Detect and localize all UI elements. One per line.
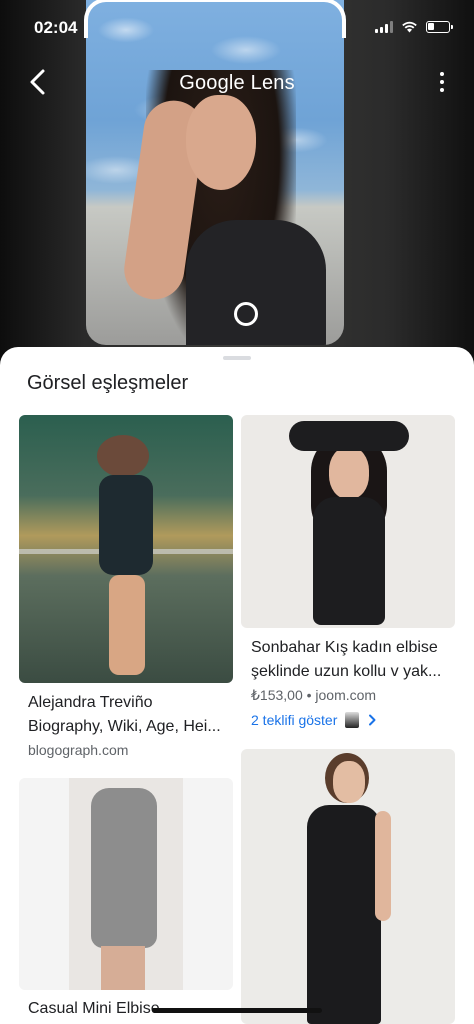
result-title-line2: şeklinde uzun kollu v yak... — [251, 663, 442, 680]
person-dress — [99, 475, 153, 575]
battery-icon — [426, 21, 453, 33]
home-indicator[interactable] — [152, 1008, 322, 1013]
offer-label[interactable]: 2 teklifi göster — [251, 712, 337, 728]
status-icons — [375, 20, 453, 33]
result-thumbnail[interactable] — [241, 415, 455, 628]
status-time: 02:04 — [34, 18, 78, 37]
wifi-icon — [402, 21, 417, 33]
app-title: Google Lens — [179, 72, 295, 94]
sheet-drag-handle[interactable] — [223, 356, 251, 360]
result-thumbnail[interactable] — [19, 778, 233, 990]
signal-icon — [375, 21, 393, 33]
more-vert-icon[interactable] — [438, 72, 446, 94]
person-legs — [109, 575, 145, 675]
image-dress — [186, 220, 326, 345]
result-thumbnail[interactable] — [19, 415, 233, 683]
result-price-source: ₺153,00 • joom.com — [251, 687, 377, 703]
result-title-line2: Biography, Wiki, Age, Hei... — [28, 718, 221, 735]
chevron-right-icon[interactable] — [367, 714, 377, 726]
result-thumbnail[interactable] — [241, 749, 455, 1024]
result-card[interactable]: Alejandra Treviño Biography, Wiki, Age, … — [19, 415, 233, 767]
person-dress — [91, 788, 157, 948]
show-offers-link[interactable]: 2 teklifi göster — [251, 712, 377, 728]
image-face — [186, 95, 256, 190]
person-silhouette — [97, 435, 149, 477]
result-card[interactable]: Sonbahar Kış kadın elbise şeklinde uzun … — [241, 415, 455, 735]
person-dress — [307, 805, 381, 1024]
person-arms — [289, 421, 409, 451]
results-sheet: Görsel eşleşmeler Alejandra Treviño Biog… — [0, 347, 474, 1024]
result-title-line1: Alejandra Treviño — [28, 694, 153, 711]
shutter-icon[interactable] — [234, 302, 258, 326]
result-source: blogograph.com — [28, 742, 129, 758]
person-face — [333, 761, 365, 803]
person-dress — [313, 497, 385, 625]
person-legs — [101, 946, 145, 990]
selected-image-region[interactable] — [86, 0, 344, 345]
person-arm — [375, 811, 391, 921]
result-card[interactable] — [241, 749, 455, 1024]
sheet-title: Görsel eşleşmeler — [27, 372, 189, 394]
result-card[interactable]: Casual Mini Elbise — [19, 778, 233, 1024]
person-face — [329, 447, 369, 499]
crop-corner-handles[interactable] — [84, 0, 346, 38]
offer-thumbnail-icon — [345, 712, 360, 728]
result-title-line1: Sonbahar Kış kadın elbise — [251, 639, 438, 656]
